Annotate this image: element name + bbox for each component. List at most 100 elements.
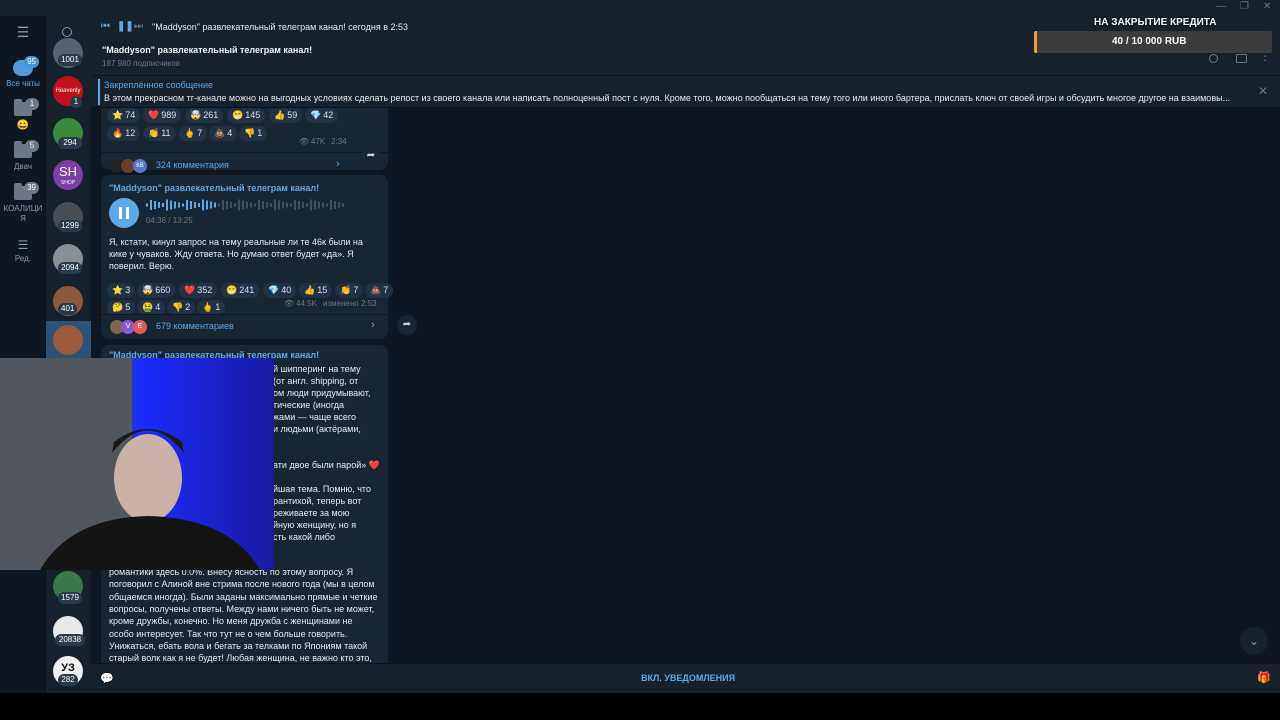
folder-emoji-icon[interactable]: 😀 xyxy=(0,120,46,131)
share-icon: ➦ xyxy=(402,319,412,330)
now-playing-title[interactable]: "Maddyson" развлекательный телеграм кана… xyxy=(152,22,408,32)
search-icon[interactable] xyxy=(62,27,72,37)
reaction-chip[interactable]: 🖕 1 xyxy=(197,300,226,315)
waveform-bar xyxy=(218,203,220,207)
goal-title: НА ЗАКРЫТИЕ КРЕДИТА xyxy=(1094,17,1217,28)
enable-notifications-button[interactable]: ВКЛ. УВЕДОМЛЕНИЯ xyxy=(641,673,735,683)
pinned-message-bar[interactable]: Закреплённое сообщение В этом прекрасном… xyxy=(91,76,1280,108)
post-text: Я, кстати, кинул запрос на тему реальные… xyxy=(109,237,363,271)
folder-unnamed-1[interactable]: 1 xyxy=(0,98,46,116)
dialog-avatar[interactable]: SH SHOP xyxy=(53,160,83,190)
reaction-count: 2 xyxy=(185,302,191,312)
reaction-chip[interactable]: ❤️ 352 xyxy=(179,283,218,298)
maximize-button[interactable]: ❐ xyxy=(1240,1,1249,12)
waveform-bar xyxy=(238,199,240,211)
reaction-count: 7 xyxy=(197,128,203,138)
menu-icon[interactable]: ☰ xyxy=(0,24,46,41)
reaction-count: 59 xyxy=(287,110,298,120)
waveform-bar xyxy=(174,201,176,209)
waveform-bar xyxy=(302,202,304,208)
reaction-chip[interactable]: 😁 241 xyxy=(221,283,260,298)
unread-badge: 1299 xyxy=(58,220,82,232)
waveform-bar xyxy=(234,203,236,207)
reaction-emoji: 🤔 xyxy=(112,302,124,312)
reaction-count: 1 xyxy=(215,302,221,312)
waveform-bar xyxy=(170,200,172,210)
reaction-chip[interactable]: 💩 4 xyxy=(209,126,238,141)
edited-label: изменено 2:53 xyxy=(323,299,377,308)
reaction-emoji: 😁 xyxy=(232,110,244,120)
reaction-chip[interactable]: 👎 1 xyxy=(239,126,268,141)
reaction-chip[interactable]: 👏 11 xyxy=(143,126,176,141)
reaction-chip[interactable]: 👍 15 xyxy=(299,283,333,298)
comments-link[interactable]: 679 комментариев xyxy=(156,321,234,331)
reaction-chip[interactable]: 😁 145 xyxy=(227,108,266,123)
reaction-chip[interactable]: 🔥 12 xyxy=(107,126,141,141)
avatar-text: SHOP xyxy=(60,180,76,186)
unread-badge: 2094 xyxy=(58,262,82,274)
reaction-chip[interactable]: 🤯 660 xyxy=(137,283,176,298)
reaction-chip[interactable]: 🤯 261 xyxy=(185,108,224,123)
gift-icon[interactable]: 🎁 xyxy=(1257,671,1271,684)
waveform-bar xyxy=(338,202,340,208)
audio-waveform[interactable] xyxy=(146,199,348,211)
close-window-button[interactable]: ✕ xyxy=(1263,1,1271,12)
dialog-avatar xyxy=(53,325,83,355)
reaction-emoji: 🤮 xyxy=(142,302,154,312)
waveform-bar xyxy=(278,200,280,210)
folder-badge: 95 xyxy=(24,56,39,68)
selected-dialog[interactable] xyxy=(46,321,91,358)
waveform-bar xyxy=(178,202,180,208)
chevron-right-icon[interactable]: › xyxy=(336,158,340,170)
close-pinned-icon[interactable]: ✕ xyxy=(1258,84,1268,98)
waveform-bar xyxy=(150,200,152,210)
reaction-count: 7 xyxy=(383,285,389,295)
reaction-count: 352 xyxy=(197,285,213,295)
pause-audio-button[interactable] xyxy=(109,198,139,228)
next-track-icon[interactable]: ⏭ xyxy=(134,21,143,32)
waveform-bar xyxy=(182,203,184,207)
folder-all-chats[interactable]: 95 Все чаты xyxy=(0,56,46,88)
chevron-right-icon[interactable]: › xyxy=(371,319,375,331)
channel-title[interactable]: "Maddyson" развлекательный телеграм кана… xyxy=(102,45,312,55)
composer-bar: 💬 ВКЛ. УВЕДОМЛЕНИЯ 🎁 xyxy=(91,663,1280,693)
post-text-line: йшая тема. Помню, что xyxy=(273,484,371,494)
folder-dvach[interactable]: 5 Двач xyxy=(0,140,46,171)
share-button[interactable]: ➦ xyxy=(397,315,417,335)
reaction-chip[interactable]: ⭐ 74 xyxy=(107,108,141,123)
post-author[interactable]: "Maddyson" развлекательный телеграм кана… xyxy=(109,183,319,193)
reaction-chip[interactable]: 💩 7 xyxy=(365,283,394,298)
pause-icon xyxy=(126,207,129,219)
comments-link[interactable]: 324 комментария xyxy=(156,160,229,170)
scroll-down-button[interactable]: ⌄ xyxy=(1240,627,1268,655)
reaction-chip[interactable]: 👏 7 xyxy=(335,283,364,298)
pause-icon[interactable]: ❚❚ xyxy=(117,21,134,32)
folder-label: КОАЛИЦИ Я xyxy=(3,204,43,223)
discussion-icon[interactable]: 💬 xyxy=(100,672,114,685)
reaction-chip[interactable]: 👎 2 xyxy=(167,300,196,315)
reaction-chip[interactable]: 🤮 4 xyxy=(137,300,166,315)
folder-rail: ☰ 95 Все чаты 1 😀 5 Двач 39 КОАЛИЦИ Я ☰ Р… xyxy=(0,16,46,693)
reaction-chip[interactable]: 👍 59 xyxy=(269,108,303,123)
unread-badge: 20838 xyxy=(55,634,85,646)
minimize-button[interactable]: — xyxy=(1216,1,1226,12)
reaction-chip[interactable]: ⭐ 3 xyxy=(107,283,136,298)
previous-track-icon[interactable]: ⏮ xyxy=(101,21,110,32)
reaction-count: 12 xyxy=(125,128,136,138)
waveform-bar xyxy=(254,203,256,207)
share-button[interactable]: ➦ xyxy=(361,146,381,166)
taskbar xyxy=(0,693,1280,720)
audio-time: 04:36 / 13:25 xyxy=(146,216,193,225)
post-text-line: жами — чаще всего xyxy=(273,412,357,422)
reaction-chip[interactable]: 💎 42 xyxy=(305,108,339,123)
reaction-chip[interactable]: 🤔 5 xyxy=(107,300,136,315)
reaction-chip[interactable]: 💎 40 xyxy=(263,283,297,298)
reaction-chip[interactable]: ❤️ 989 xyxy=(143,108,182,123)
post-text-line: кроме дружбы, конечно. Но меня дружба с … xyxy=(109,616,353,627)
folder-edit[interactable]: ☰ Ред. xyxy=(0,238,46,263)
reaction-chip[interactable]: 🖕 7 xyxy=(179,126,208,141)
reaction-count: 15 xyxy=(317,285,328,295)
folder-koalitsiya[interactable]: 39 КОАЛИЦИ Я xyxy=(0,182,46,224)
waveform-bar xyxy=(190,201,192,209)
unread-badge: 1579 xyxy=(58,592,82,604)
